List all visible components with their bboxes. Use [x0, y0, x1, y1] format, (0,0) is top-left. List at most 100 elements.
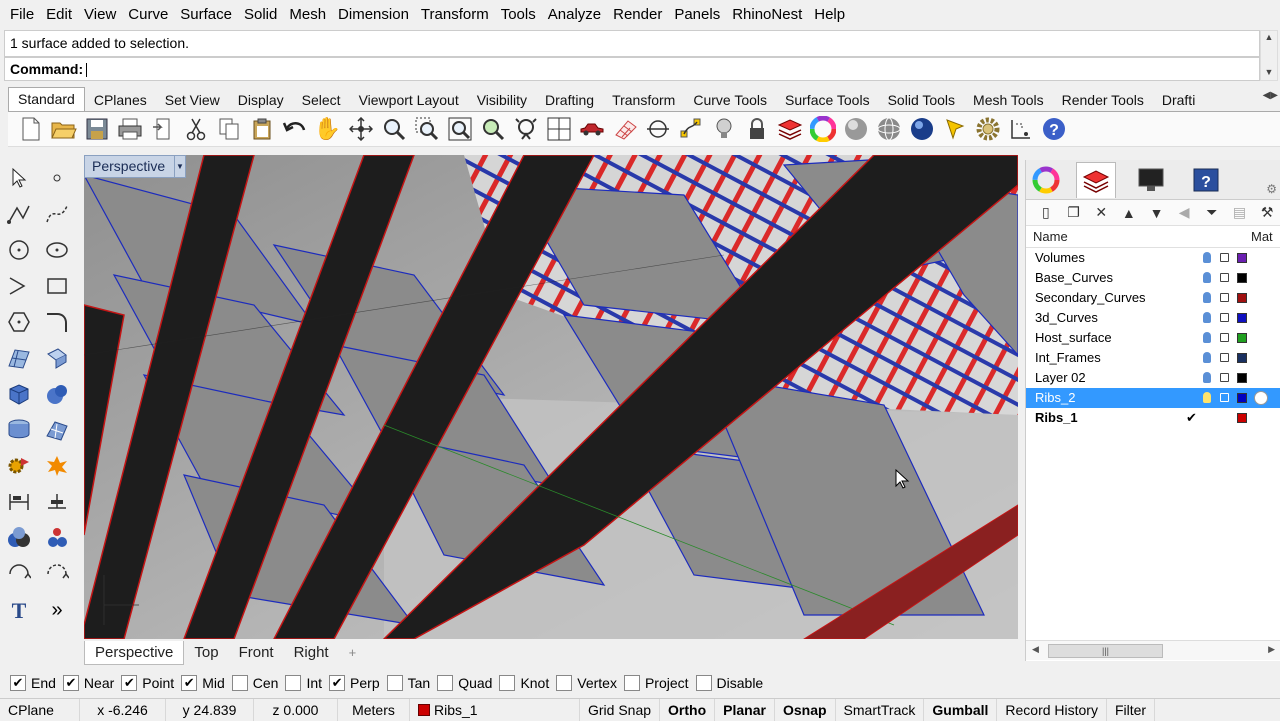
four-viewports-icon[interactable]	[542, 114, 575, 144]
menu-solid[interactable]: Solid	[238, 0, 283, 29]
osnap-disable-checkbox[interactable]	[695, 675, 712, 691]
lock-toggle-icon[interactable]	[1220, 353, 1229, 362]
zoom-icon[interactable]	[377, 114, 410, 144]
cylinder-solid-icon[interactable]	[4, 416, 34, 444]
help-tab-icon[interactable]: ?	[1186, 162, 1226, 198]
layer-color-swatch[interactable]	[1237, 353, 1247, 363]
osnap-disable[interactable]: Disable	[695, 675, 763, 691]
menu-file[interactable]: File	[4, 0, 40, 29]
layer-row[interactable]: Host_surface	[1026, 328, 1280, 348]
color-wheel-icon[interactable]	[806, 114, 839, 144]
osnap-cen[interactable]: Cen	[231, 675, 278, 691]
tab-scroll-arrows-icon[interactable]: ◀▶	[1263, 90, 1278, 101]
osnap-perp-checkbox[interactable]: ✔	[329, 675, 346, 691]
osnap-tan-checkbox[interactable]	[386, 675, 403, 691]
leader-icon[interactable]	[42, 488, 72, 516]
zoom-target-icon[interactable]	[509, 114, 542, 144]
status-toggle-planar[interactable]: Planar	[715, 698, 775, 721]
paste-icon[interactable]	[245, 114, 278, 144]
split-icon[interactable]	[42, 524, 72, 552]
menu-help[interactable]: Help	[808, 0, 851, 29]
copy-icon[interactable]	[212, 114, 245, 144]
tab-solid-tools[interactable]: Solid Tools	[879, 89, 964, 111]
car-render-icon[interactable]	[575, 114, 608, 144]
tab-set-view[interactable]: Set View	[156, 89, 229, 111]
current-layer[interactable]: Ribs_1	[410, 698, 580, 721]
osnap-mid-checkbox[interactable]: ✔	[181, 675, 198, 691]
add-viewport-tab-icon[interactable]: +	[339, 641, 367, 665]
layer-tools-icon[interactable]: ⚒	[1253, 204, 1280, 221]
units-label[interactable]: Meters	[338, 698, 410, 721]
import-icon[interactable]	[146, 114, 179, 144]
move-left-icon[interactable]: ◀	[1170, 204, 1198, 221]
rotate-icon[interactable]	[4, 560, 34, 588]
status-toggle-ortho[interactable]: Ortho	[660, 698, 716, 721]
boolean-icon[interactable]	[4, 524, 34, 552]
settings-gears-icon[interactable]	[971, 114, 1004, 144]
point-icon[interactable]	[42, 164, 72, 192]
visibility-bulb-icon[interactable]	[1203, 252, 1211, 263]
shaded-sphere-icon[interactable]	[839, 114, 872, 144]
new-layer-icon[interactable]: ▯	[1032, 204, 1060, 221]
arc-icon[interactable]	[4, 272, 34, 300]
wireframe-sphere-icon[interactable]	[872, 114, 905, 144]
osnap-project-checkbox[interactable]	[623, 675, 640, 691]
layer-color-swatch[interactable]	[1237, 253, 1247, 263]
select-arrow-icon[interactable]	[4, 164, 34, 192]
visibility-bulb-icon[interactable]	[1203, 292, 1211, 303]
osnap-knot-checkbox[interactable]	[499, 675, 516, 691]
zoom-window-icon[interactable]	[410, 114, 443, 144]
osnap-quad-checkbox[interactable]	[437, 675, 454, 691]
layer-color-swatch[interactable]	[1237, 273, 1247, 283]
menu-panels[interactable]: Panels	[668, 0, 726, 29]
layer-row[interactable]: Ribs_2	[1026, 388, 1280, 408]
tab-display[interactable]: Display	[229, 89, 293, 111]
layer-row[interactable]: Volumes	[1026, 248, 1280, 268]
osnap-point[interactable]: ✔ Point	[121, 675, 174, 691]
scroll-right-icon[interactable]: ▶	[1268, 644, 1275, 655]
viewport-title[interactable]: Perspective	[84, 155, 177, 178]
polygon-icon[interactable]	[4, 308, 34, 336]
tab-render-tools[interactable]: Render Tools	[1053, 89, 1153, 111]
ellipse-icon[interactable]	[42, 236, 72, 264]
status-toggle-record-history[interactable]: Record History	[997, 698, 1107, 721]
new-sublayer-icon[interactable]: ❐	[1060, 204, 1088, 221]
layer-row[interactable]: Base_Curves	[1026, 268, 1280, 288]
lock-toggle-icon[interactable]	[1220, 333, 1229, 342]
new-file-icon[interactable]	[14, 114, 47, 144]
zoom-extents-icon[interactable]	[443, 114, 476, 144]
layer-color-swatch[interactable]	[1237, 373, 1247, 383]
lock-toggle-icon[interactable]	[1220, 393, 1229, 402]
viewport-menu-chevron-icon[interactable]: ▼	[174, 155, 186, 178]
layer-properties-icon[interactable]: ▤	[1226, 204, 1254, 221]
osnap-point-checkbox[interactable]: ✔	[121, 675, 138, 691]
zoom-selected-icon[interactable]	[476, 114, 509, 144]
curve-edit-icon[interactable]	[674, 114, 707, 144]
lock-icon[interactable]	[740, 114, 773, 144]
layer-row[interactable]: Secondary_Curves	[1026, 288, 1280, 308]
osnap-knot[interactable]: Knot	[499, 675, 549, 691]
status-toggle-grid-snap[interactable]: Grid Snap	[580, 698, 661, 721]
light-icon[interactable]	[938, 114, 971, 144]
lock-toggle-icon[interactable]	[1220, 273, 1229, 282]
viewport-tab-top[interactable]: Top	[184, 641, 228, 665]
sphere-solid-icon[interactable]	[42, 380, 72, 408]
lock-toggle-icon[interactable]	[1220, 293, 1229, 302]
panel-settings-gear-icon[interactable]: ⚙	[1266, 182, 1277, 196]
viewport-tab-front[interactable]: Front	[229, 641, 284, 665]
visibility-bulb-icon[interactable]	[1203, 332, 1211, 343]
osnap-int[interactable]: Int	[285, 675, 322, 691]
transform-gears-icon[interactable]	[4, 452, 34, 480]
polyline-icon[interactable]	[4, 200, 34, 228]
dimension-icon[interactable]	[1004, 114, 1037, 144]
layer-row[interactable]: Int_Frames	[1026, 348, 1280, 368]
viewport-tab-perspective[interactable]: Perspective	[84, 641, 185, 665]
circle-icon[interactable]	[4, 236, 34, 264]
layer-color-swatch[interactable]	[1237, 293, 1247, 303]
menu-render[interactable]: Render	[607, 0, 668, 29]
tab-standard[interactable]: Standard	[8, 87, 85, 111]
osnap-near-checkbox[interactable]: ✔	[62, 675, 79, 691]
menu-tools[interactable]: Tools	[495, 0, 542, 29]
open-folder-icon[interactable]	[47, 114, 80, 144]
visibility-bulb-icon[interactable]	[1203, 372, 1211, 383]
